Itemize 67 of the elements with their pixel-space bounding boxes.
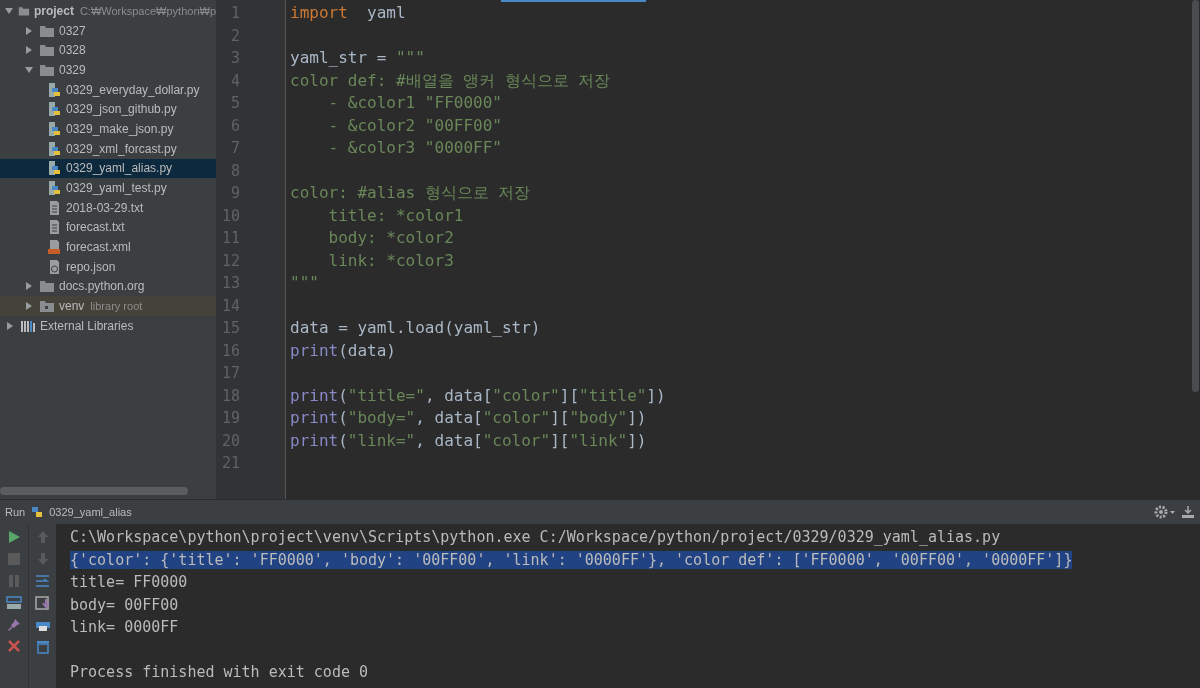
tree-item-label[interactable]: 0328 bbox=[59, 41, 86, 60]
hide-panel-icon[interactable] bbox=[1181, 505, 1195, 519]
code-line: yaml_str = """ bbox=[290, 48, 425, 67]
python-file-icon bbox=[46, 160, 62, 177]
console-line: title= FF0000 bbox=[70, 573, 188, 591]
code-line: link: *color3 bbox=[327, 250, 454, 270]
expand-arrow-icon[interactable] bbox=[4, 5, 14, 16]
wrap-icon[interactable] bbox=[34, 574, 51, 588]
python-icon bbox=[30, 505, 45, 519]
panel-title: Run bbox=[5, 504, 26, 520]
code-line: color: #alias 형식으로 저장 bbox=[290, 183, 531, 202]
code-line: - &color3 "0000FF" bbox=[327, 138, 502, 157]
pin-icon[interactable] bbox=[7, 618, 21, 632]
collapse-arrow-icon[interactable] bbox=[24, 281, 34, 292]
tree-item-label[interactable]: project bbox=[33, 1, 74, 20]
code-line: print(data) bbox=[290, 340, 396, 360]
code-line: print("title=", data["color"]["title"]) bbox=[290, 385, 666, 405]
tree-item-label[interactable]: 0329_yaml_test.py bbox=[66, 179, 167, 198]
console-line: Process finished with exit code 0 bbox=[70, 663, 368, 681]
folder-icon bbox=[39, 278, 55, 295]
tree-item-label[interactable]: External Libraries bbox=[40, 316, 134, 335]
code-line: import yaml bbox=[290, 3, 406, 22]
tree-item-label[interactable]: 0329 bbox=[59, 60, 86, 79]
code-line: color def: #배열을 앵커 형식으로 저장 bbox=[290, 70, 611, 90]
tree-item-label[interactable]: 0329_make_json.py bbox=[66, 119, 174, 138]
code-line: """ bbox=[290, 273, 319, 292]
folder-icon bbox=[39, 42, 55, 59]
tree-item-label[interactable]: 0329_xml_forcast.py bbox=[66, 139, 177, 158]
python-file-icon bbox=[46, 120, 62, 137]
collapse-arrow-icon[interactable] bbox=[24, 25, 34, 36]
tree-item-label[interactable]: forecast.txt bbox=[66, 218, 125, 237]
code-line: data = yaml.load(yaml_str) bbox=[290, 318, 541, 337]
console-line: link= 0000FF bbox=[70, 618, 179, 636]
settings-icon[interactable] bbox=[1154, 505, 1176, 519]
tree-item-label[interactable]: 0329_json_github.py bbox=[66, 100, 177, 119]
xml-file-icon bbox=[46, 239, 62, 256]
expand-arrow-icon[interactable] bbox=[24, 64, 34, 75]
tree-item-label[interactable]: 0327 bbox=[59, 21, 86, 40]
python-file-icon bbox=[46, 101, 62, 118]
run-icon[interactable] bbox=[7, 530, 21, 544]
run-config-tab[interactable]: 0329_yaml_alias bbox=[49, 503, 132, 521]
tree-item-label[interactable]: forecast.xml bbox=[66, 238, 131, 257]
python-file-icon bbox=[46, 81, 62, 98]
tree-item-label[interactable]: docs.python.org bbox=[59, 277, 145, 296]
tree-item-label[interactable]: repo.json bbox=[66, 257, 116, 276]
tree-item-label[interactable]: 0329_everyday_dollar.py bbox=[66, 80, 200, 99]
console-line: body= 00FF00 bbox=[70, 595, 179, 614]
collapse-arrow-icon[interactable] bbox=[24, 45, 34, 56]
code-line: - &color2 "00FF00" bbox=[327, 115, 502, 135]
collapse-arrow-icon[interactable] bbox=[5, 320, 15, 331]
code-line: print("body=", data["color"]["body"]) bbox=[290, 408, 647, 427]
scroll-to-end-icon[interactable] bbox=[34, 596, 51, 610]
close-icon[interactable] bbox=[8, 640, 20, 652]
tree-item-label[interactable]: 2018-03-29.txt bbox=[66, 198, 144, 217]
code-line: - &color1 "FF0000" bbox=[327, 93, 502, 112]
python-file-icon bbox=[46, 140, 62, 157]
tree-item-label[interactable]: venv bbox=[59, 297, 85, 316]
path-hint: C:₩Workspace₩python₩p bbox=[79, 3, 216, 19]
code-line: title: *color1 bbox=[327, 205, 464, 225]
code-line: body: *color2 bbox=[327, 228, 454, 247]
code-line: print("link=", data["color"]["link"]) bbox=[290, 430, 647, 450]
path-hint: library root bbox=[90, 298, 143, 314]
console-line: C:\Workspace\python\project\venv\Scripts\python.exe C:/Workspace/python/project/0329/0329_yaml_alias.py bbox=[70, 528, 1001, 546]
trash-icon[interactable] bbox=[35, 640, 50, 654]
layout-icon[interactable] bbox=[6, 596, 22, 610]
collapse-arrow-icon[interactable] bbox=[24, 301, 34, 312]
python-file-icon bbox=[46, 180, 62, 197]
